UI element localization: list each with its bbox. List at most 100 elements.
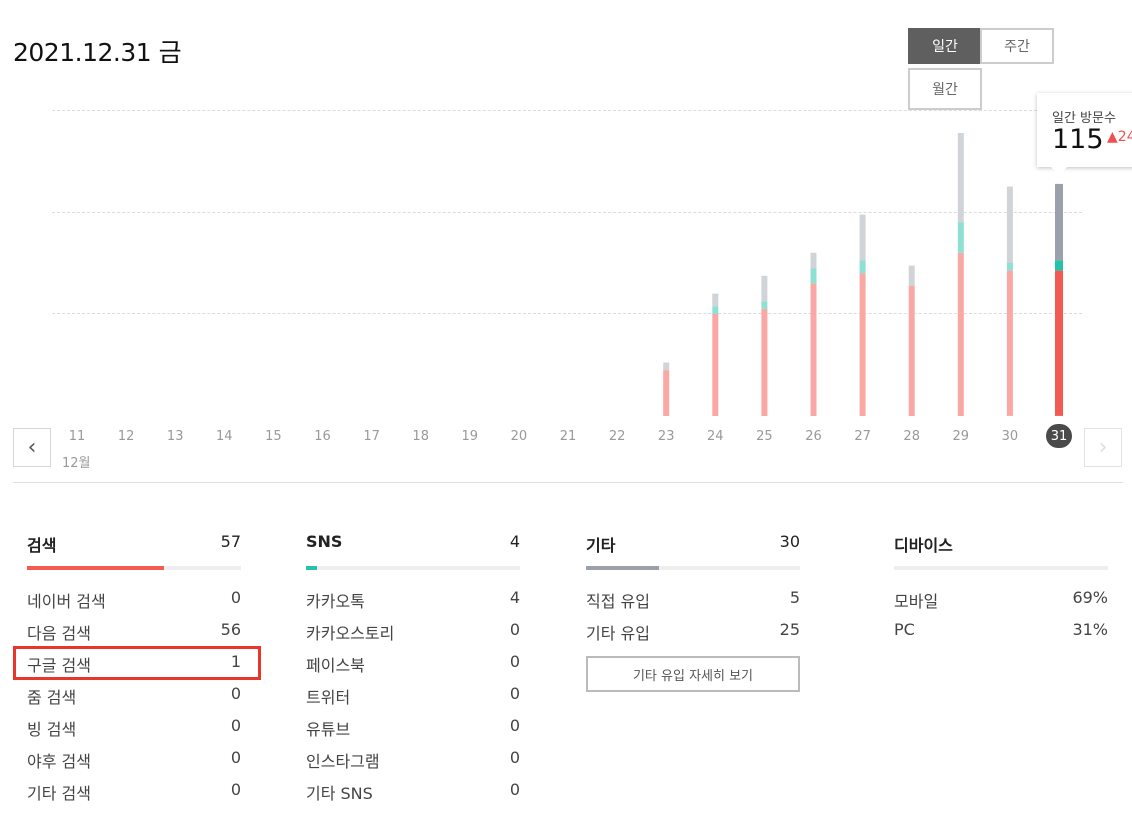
row-label: 기타 유입 xyxy=(586,624,650,643)
row-label: 빙 검색 xyxy=(27,720,77,739)
row-value: 69% xyxy=(1072,588,1108,607)
x-tick-label[interactable]: 14 xyxy=(216,429,233,444)
row-value: 0 xyxy=(230,684,241,703)
row-label: 네이버 검색 xyxy=(27,592,106,611)
bar-24-series-1[interactable] xyxy=(712,306,719,314)
row-value: 0 xyxy=(509,748,520,767)
bar-26-series-0[interactable] xyxy=(810,283,817,416)
bar-23-series-2[interactable] xyxy=(663,362,670,371)
month-label: 12월 xyxy=(62,456,91,471)
row-value: 4 xyxy=(509,588,520,607)
x-tick-label[interactable]: 20 xyxy=(511,429,528,444)
x-tick-label[interactable]: 16 xyxy=(314,429,331,444)
row-label: 줌 검색 xyxy=(27,688,77,707)
x-tick-label[interactable]: 17 xyxy=(363,429,380,444)
row-value: 0 xyxy=(230,748,241,767)
bar-29-series-0[interactable] xyxy=(957,252,964,416)
x-tick-label[interactable]: 13 xyxy=(167,429,184,444)
bar-28-series-0[interactable] xyxy=(908,286,915,416)
column-title: 기타 xyxy=(586,536,616,555)
list-item: 카카오스토리 0 xyxy=(306,617,520,649)
list-item: 유튜브 0 xyxy=(306,713,520,745)
column-progress-bar xyxy=(586,566,800,570)
tooltip-pointer xyxy=(1051,167,1067,175)
progress-fill xyxy=(586,566,659,570)
x-tick-label[interactable]: 24 xyxy=(707,429,724,444)
bar-23-series-0[interactable] xyxy=(663,370,670,416)
x-tick-label[interactable]: 22 xyxy=(609,429,626,444)
chevron-left-icon: ‹ xyxy=(27,435,37,460)
x-tick-label[interactable]: 28 xyxy=(903,429,920,444)
bar-25-series-2[interactable] xyxy=(761,275,768,302)
bar-26-series-2[interactable] xyxy=(810,252,817,269)
row-label: 페이스북 xyxy=(306,656,365,675)
bar-27-series-1[interactable] xyxy=(859,260,866,274)
column-progress-bar xyxy=(27,566,241,570)
bar-31-series-2[interactable] xyxy=(1055,183,1063,261)
row-value: 0 xyxy=(509,652,520,671)
x-tick-label[interactable]: 19 xyxy=(462,429,479,444)
row-value: 31% xyxy=(1072,620,1108,639)
highlight-annotation xyxy=(13,646,261,680)
column-progress-bar xyxy=(894,566,1108,570)
tooltip-delta-value: 24 xyxy=(1117,129,1132,145)
x-tick-label[interactable]: 18 xyxy=(412,429,429,444)
row-label: 인스타그램 xyxy=(306,752,380,771)
column-total: 30 xyxy=(779,532,800,551)
row-value: 0 xyxy=(230,588,241,607)
bar-29-series-2[interactable] xyxy=(957,133,964,223)
row-value: 0 xyxy=(230,780,241,799)
other-inflow-detail-button[interactable]: 기타 유입 자세히 보기 xyxy=(586,656,800,692)
row-value: 5 xyxy=(789,588,800,607)
row-value: 56 xyxy=(220,620,241,639)
bar-27-series-2[interactable] xyxy=(859,214,866,261)
list-item: 야후 검색 0 xyxy=(27,745,241,777)
bar-30-series-2[interactable] xyxy=(1006,186,1013,264)
list-item: 기타 SNS 0 xyxy=(306,777,520,809)
prev-button[interactable]: ‹ xyxy=(13,428,51,467)
row-value: 0 xyxy=(230,716,241,735)
bar-27-series-0[interactable] xyxy=(859,273,866,416)
bar-30-series-0[interactable] xyxy=(1006,270,1013,416)
row-value: 0 xyxy=(509,780,520,799)
x-tick-label[interactable]: 23 xyxy=(658,429,675,444)
list-item: 카카오톡 4 xyxy=(306,585,520,617)
bar-24-series-2[interactable] xyxy=(712,293,719,307)
bar-30-series-1[interactable] xyxy=(1006,263,1013,271)
tooltip-value: 115 xyxy=(1052,124,1104,155)
row-label: 야후 검색 xyxy=(27,752,91,771)
x-tick-label[interactable]: 11 xyxy=(69,429,86,444)
list-item: 트위터 0 xyxy=(306,681,520,713)
x-tick-label[interactable]: 12 xyxy=(118,429,135,444)
x-tick-label[interactable]: 21 xyxy=(560,429,577,444)
bar-28-series-2[interactable] xyxy=(908,265,915,286)
x-tick-label[interactable]: 27 xyxy=(854,429,871,444)
x-tick-label[interactable]: 31 xyxy=(1051,429,1068,444)
list-item: 기타 검색 0 xyxy=(27,777,241,809)
next-button[interactable]: › xyxy=(1084,428,1122,467)
x-tick-label[interactable]: 29 xyxy=(953,429,970,444)
bar-26-series-1[interactable] xyxy=(810,268,817,284)
x-tick-label[interactable]: 26 xyxy=(805,429,822,444)
visitor-bar-chart: 11 12 13 14 15 16 17 18 19 20 21 22 23 24 25 26 27 28 29 30… xyxy=(69,133,1072,448)
bar-29-series-1[interactable] xyxy=(957,222,964,253)
bar-25-series-1[interactable] xyxy=(761,301,768,309)
bar-31-series-1[interactable] xyxy=(1055,260,1063,271)
x-tick-label[interactable]: 30 xyxy=(1002,429,1019,444)
column-header: 기타 30 xyxy=(586,528,800,558)
row-label: 트위터 xyxy=(306,688,351,707)
tooltip-delta: ▲24 xyxy=(1107,129,1132,145)
bar-24-series-0[interactable] xyxy=(712,314,719,416)
x-tick-label[interactable]: 15 xyxy=(265,429,282,444)
column-header: 검색 57 xyxy=(27,528,241,558)
x-tick-label[interactable]: 25 xyxy=(756,429,773,444)
list-item: 빙 검색 0 xyxy=(27,713,241,745)
row-label: 모바일 xyxy=(894,592,939,611)
column-total: 57 xyxy=(220,532,241,551)
bar-25-series-0[interactable] xyxy=(761,308,768,416)
row-label: 카카오톡 xyxy=(306,592,365,611)
bar-31-series-0[interactable] xyxy=(1055,270,1063,416)
list-item: 모바일 69% xyxy=(894,585,1108,617)
stats-column-sns: SNS 4 카카오톡 4 카카오스토리 0 페이스북 0 트위터 0 유튜브 0 인스타그… xyxy=(306,528,520,809)
up-arrow-icon: ▲ xyxy=(1107,129,1118,145)
